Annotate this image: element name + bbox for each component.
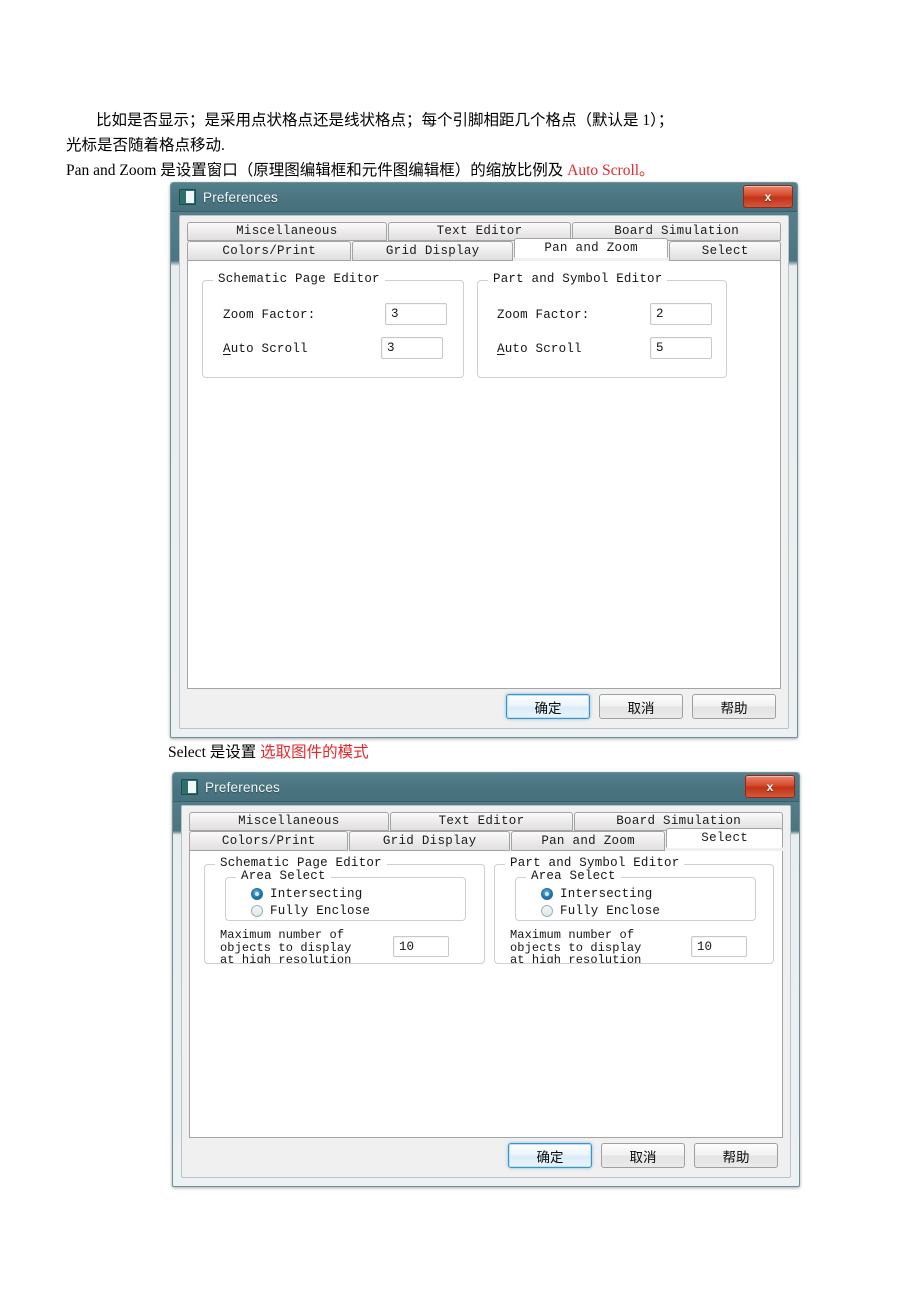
tab-row-1: Miscellaneous Text Editor Board Simulati… [187, 222, 781, 241]
help-button[interactable]: 帮助 [694, 1143, 778, 1168]
accel-char: A [497, 342, 505, 356]
label-auto-scroll-part: Auto Scroll [497, 342, 582, 356]
title-bar[interactable]: Preferences x [173, 773, 799, 802]
group-legend-part-symbol: Part and Symbol Editor [505, 856, 685, 870]
paragraph1-line2: 光标是否随着格点移动. [66, 137, 225, 154]
tab-text-editor[interactable]: Text Editor [389, 812, 574, 831]
app-icon [181, 779, 198, 795]
label-rest: uto Scroll [230, 342, 308, 356]
paragraph2-text: Pan and Zoom 是设置窗口（原理图编辑框和元件图编辑框）的缩放比例及 [66, 162, 568, 179]
input-zoom-factor-schematic[interactable]: 3 [385, 303, 447, 325]
input-auto-scroll-part[interactable]: 5 [650, 337, 712, 359]
dialog-footer: 确定 取消 帮助 [180, 688, 788, 728]
group-area-select-part: Area Select Intersecting Fully Enclose [515, 869, 756, 921]
radio-intersecting-part[interactable]: Intersecting [541, 887, 652, 901]
group-legend-schematic: Schematic Page Editor [213, 272, 385, 286]
group-part-and-symbol-editor: Part and Symbol Editor Zoom Factor: 2 Au… [477, 272, 727, 378]
caption-select-red: 选取图件的模式 [260, 744, 369, 761]
radio-label: Fully Enclose [560, 904, 661, 918]
label-max-objects-part: Maximum number of objects to display at … [510, 929, 642, 963]
radio-indicator-icon [251, 888, 263, 900]
radio-label: Intersecting [270, 887, 363, 901]
label-zoom-factor-part: Zoom Factor: [497, 308, 590, 322]
tab-select[interactable]: Select [666, 828, 783, 848]
paragraph-pan-and-zoom: Pan and Zoom 是设置窗口（原理图编辑框和元件图编辑框）的缩放比例及 … [66, 158, 856, 183]
tab-miscellaneous[interactable]: Miscellaneous [187, 222, 387, 241]
input-zoom-factor-part[interactable]: 2 [650, 303, 712, 325]
label-clip-part: Maximum number of objects to display at … [510, 929, 685, 963]
dialog-client-area: Miscellaneous Text Editor Board Simulati… [181, 805, 791, 1178]
dialog-button-row: 确定 取消 帮助 [506, 694, 776, 719]
input-auto-scroll-schematic[interactable]: 3 [381, 337, 443, 359]
dialog-client-area: Miscellaneous Text Editor Board Simulati… [179, 215, 789, 729]
label-clip-schematic: Maximum number of objects to display at … [220, 929, 390, 963]
window-title: Preferences [203, 189, 278, 205]
dialog-footer: 确定 取消 帮助 [182, 1137, 790, 1177]
input-max-objects-schematic[interactable]: 10 [393, 936, 449, 957]
paragraph-grid-description: 比如是否显示；是采用点状格点还是线状格点；每个引脚相距几个格点（默认是 1）； … [66, 108, 856, 158]
paragraph2-highlight: Auto Scroll。 [567, 162, 655, 179]
group-legend-part-symbol: Part and Symbol Editor [488, 272, 668, 286]
group-legend-schematic: Schematic Page Editor [215, 856, 387, 870]
accel-char: A [223, 342, 231, 356]
group-area-select-schematic: Area Select Intersecting Fully Enclose [225, 869, 466, 921]
tab-row-2: Colors/Print Grid Display Pan and Zoom S… [189, 828, 783, 851]
tab-pan-and-zoom[interactable]: Pan and Zoom [510, 831, 666, 851]
label-auto-scroll-schematic: Auto Scroll [223, 342, 308, 356]
radio-label: Fully Enclose [270, 904, 371, 918]
label-rest: uto Scroll [504, 342, 582, 356]
tab-miscellaneous[interactable]: Miscellaneous [189, 812, 389, 831]
window-frame: Preferences x Miscellaneous Text Editor … [172, 772, 800, 1187]
group-legend-area-select: Area Select [236, 869, 331, 883]
caption-select: Select 是设置 选取图件的模式 [168, 740, 369, 765]
document-page: 比如是否显示；是采用点状格点还是线状格点；每个引脚相距几个格点（默认是 1）； … [0, 0, 920, 1302]
app-icon [179, 189, 196, 205]
window-title: Preferences [205, 779, 280, 795]
tab-pan-and-zoom[interactable]: Pan and Zoom [513, 238, 669, 258]
title-bar[interactable]: Preferences x [171, 183, 797, 212]
radio-indicator-icon [541, 905, 553, 917]
group-legend-area-select: Area Select [526, 869, 621, 883]
input-max-objects-part[interactable]: 10 [691, 936, 747, 957]
radio-fully-enclose-part[interactable]: Fully Enclose [541, 904, 660, 918]
paragraph1-line1: 比如是否显示；是采用点状格点还是线状格点；每个引脚相距几个格点（默认是 1）； [96, 112, 674, 129]
tab-select[interactable]: Select [669, 241, 781, 261]
group-schematic-page-editor: Schematic Page Editor Zoom Factor: 3 Aut… [202, 272, 464, 378]
caption-select-black: Select 是设置 [168, 744, 261, 761]
radio-indicator-icon [251, 905, 263, 917]
tab-grid-display[interactable]: Grid Display [349, 831, 510, 851]
radio-fully-enclose-schematic[interactable]: Fully Enclose [251, 904, 370, 918]
radio-intersecting-schematic[interactable]: Intersecting [251, 887, 362, 901]
tab-strip: Miscellaneous Text Editor Board Simulati… [187, 222, 781, 261]
tab-row-2: Colors/Print Grid Display Pan and Zoom S… [187, 238, 781, 261]
window-frame: Preferences x Miscellaneous Text Editor … [170, 182, 798, 738]
tab-grid-display[interactable]: Grid Display [352, 241, 513, 261]
preferences-dialog-pan-and-zoom[interactable]: Preferences x Miscellaneous Text Editor … [170, 182, 798, 738]
radio-indicator-icon [541, 888, 553, 900]
ok-button[interactable]: 确定 [506, 694, 590, 719]
radio-label: Intersecting [560, 887, 653, 901]
label-max-objects-schematic: Maximum number of objects to display at … [220, 929, 352, 963]
tab-page-select: Schematic Page Editor Area Select Inters… [189, 851, 783, 1138]
dialog-button-row: 确定 取消 帮助 [508, 1143, 778, 1168]
ok-button[interactable]: 确定 [508, 1143, 592, 1168]
cancel-button[interactable]: 取消 [601, 1143, 685, 1168]
group-part-and-symbol-editor: Part and Symbol Editor Area Select Inter… [494, 856, 774, 964]
label-zoom-factor-schematic: Zoom Factor: [223, 308, 316, 322]
tab-page-pan-and-zoom: Schematic Page Editor Zoom Factor: 3 Aut… [187, 261, 781, 689]
tab-colors-print[interactable]: Colors/Print [189, 831, 349, 851]
close-icon[interactable]: x [745, 775, 795, 798]
tab-colors-print[interactable]: Colors/Print [187, 241, 352, 261]
help-button[interactable]: 帮助 [692, 694, 776, 719]
cancel-button[interactable]: 取消 [599, 694, 683, 719]
close-icon[interactable]: x [743, 185, 793, 208]
preferences-dialog-select[interactable]: Preferences x Miscellaneous Text Editor … [172, 772, 800, 1187]
group-schematic-page-editor: Schematic Page Editor Area Select Inters… [204, 856, 485, 964]
tab-strip: Miscellaneous Text Editor Board Simulati… [189, 812, 783, 851]
